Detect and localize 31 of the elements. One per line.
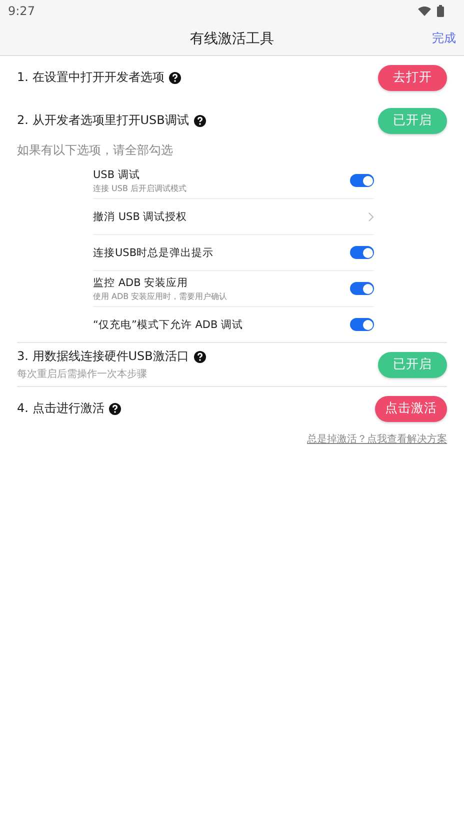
step-label: 3. 用数据线连接硬件USB激活口 — [17, 348, 189, 365]
step-button[interactable]: 去打开 — [378, 64, 447, 90]
help-icon[interactable] — [169, 72, 182, 84]
option-title: 连接USB时总是弹出提示 — [93, 246, 214, 260]
step-button[interactable]: 已开启 — [378, 108, 447, 134]
toggle-switch[interactable] — [350, 318, 374, 331]
help-icon[interactable] — [109, 402, 122, 414]
hint-text: 如果有以下选项，请全部勾选 — [17, 142, 174, 159]
step-note: 每次重启后需操作一次本步骤 — [17, 368, 148, 381]
option-title: 撤消 USB 调试授权 — [93, 210, 188, 224]
step-label: 1. 在设置中打开开发者选项 — [17, 69, 164, 86]
status-time: 9:27 — [8, 4, 35, 18]
step-button[interactable]: 已开启 — [378, 352, 447, 378]
toggle-switch[interactable] — [350, 174, 374, 187]
battery-icon — [437, 5, 444, 17]
option-note: 连接 USB 后开启调试模式 — [93, 182, 187, 194]
option-title: “仅充电”模式下允许 ADB 调试 — [93, 318, 244, 332]
help-link[interactable]: 总是掉激活？点我查看解决方案 — [307, 432, 447, 446]
page-title: 有线激活工具 — [190, 30, 274, 48]
toggle-switch[interactable] — [350, 282, 374, 295]
help-icon[interactable] — [194, 350, 206, 362]
step-button[interactable]: 点击激活 — [375, 396, 447, 422]
step-label: 2. 从开发者选项里打开USB调试 — [17, 112, 189, 129]
toggle-switch[interactable] — [350, 246, 374, 259]
option-title: 监控 ADB 安装应用 — [93, 276, 190, 290]
help-icon[interactable] — [194, 114, 206, 126]
step-label: 4. 点击进行激活 — [17, 400, 104, 417]
wifi-icon — [418, 6, 431, 16]
option-note: 使用 ADB 安装应用时，需要用户确认 — [93, 290, 228, 302]
done-link[interactable]: 完成 — [432, 30, 456, 47]
option-title: USB 调试 — [93, 168, 141, 182]
